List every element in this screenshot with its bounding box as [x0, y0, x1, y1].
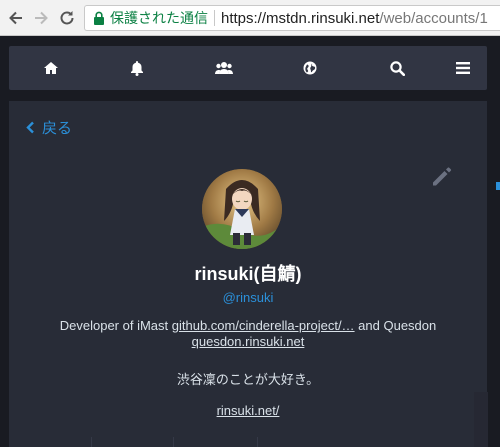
address-bar[interactable]: 保護された通信 https://mstdn.rinsuki.net/web/ac… — [84, 5, 500, 31]
pencil-icon[interactable] — [429, 165, 453, 189]
account-handle[interactable]: @rinsuki — [9, 290, 487, 305]
back-arrow-icon[interactable] — [6, 8, 26, 28]
tab-divider — [257, 437, 258, 447]
browser-toolbar: 保護された通信 https://mstdn.rinsuki.net/web/ac… — [0, 0, 500, 36]
url-path: /web/accounts/1 — [379, 9, 488, 27]
secure-connection-label[interactable]: 保護された通信 — [110, 8, 208, 28]
tab-divider — [173, 437, 174, 447]
scrollbar-thumb[interactable] — [474, 392, 488, 447]
back-button-label: 戻る — [42, 119, 73, 137]
bio-text-prefix: Developer of iMast — [59, 318, 172, 333]
menu-icon[interactable] — [443, 46, 483, 90]
bio-line-1: Developer of iMast github.com/cinderella… — [9, 318, 487, 333]
website-link[interactable]: rinsuki.net/ — [217, 403, 280, 418]
users-icon[interactable] — [204, 46, 244, 90]
home-icon[interactable] — [31, 46, 71, 90]
avatar[interactable] — [202, 169, 282, 249]
bio-text-middle: and Quesdon — [354, 318, 437, 333]
app-navigation-bar — [9, 46, 487, 90]
lock-icon — [94, 11, 104, 25]
forward-arrow-icon[interactable] — [31, 8, 51, 28]
back-button[interactable]: 戻る — [26, 117, 72, 137]
globe-icon[interactable] — [290, 46, 330, 90]
bell-icon[interactable] — [117, 46, 157, 90]
reload-icon[interactable] — [57, 8, 77, 28]
search-icon[interactable] — [377, 46, 417, 90]
url-host: https://mstdn.rinsuki.net — [221, 9, 380, 27]
bio-link-quesdon[interactable]: quesdon.rinsuki.net — [192, 334, 305, 349]
website-line: rinsuki.net/ — [9, 403, 487, 418]
chevron-left-icon — [26, 121, 34, 133]
display-name: rinsuki(自鯖) — [194, 264, 302, 284]
tab-divider — [91, 437, 92, 447]
bio-line-2: quesdon.rinsuki.net — [9, 334, 487, 349]
bio-japanese-text: 渋谷凜のことが大好き。 — [176, 372, 320, 387]
address-separator — [214, 10, 215, 26]
edge-marker — [496, 182, 500, 190]
account-panel: 戻る rinsuki(自鯖) @rinsuki Developer of iMa… — [9, 101, 487, 447]
bio-link-github[interactable]: github.com/cinderella-project/… — [172, 318, 355, 333]
